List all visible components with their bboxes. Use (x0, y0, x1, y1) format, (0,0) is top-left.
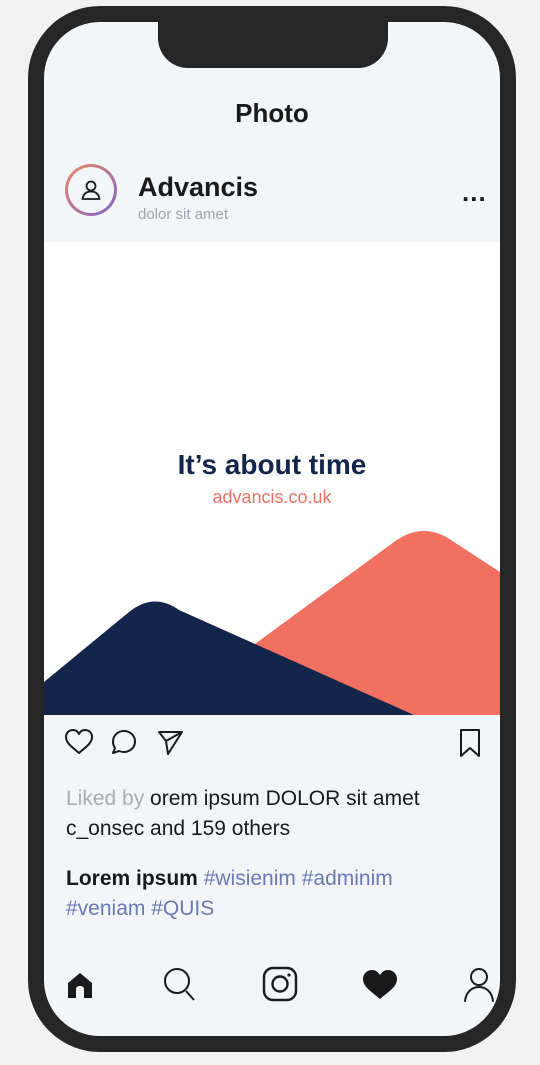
liked-by-prefix: Liked by (66, 787, 145, 810)
phone-frame: Photo Advancis dolor sit amet ... It’s a… (28, 6, 516, 1052)
more-options-button[interactable]: ... (462, 179, 487, 205)
post-actions (64, 728, 484, 758)
user-icon (81, 180, 101, 200)
bookmark-icon[interactable] (458, 728, 482, 758)
post-url: advancis.co.uk (212, 487, 332, 507)
bottom-nav (44, 966, 500, 1006)
instagram-icon[interactable] (262, 966, 298, 1002)
post-image[interactable]: It’s about time advancis.co.uk (44, 242, 500, 715)
account-subtitle: dolor sit amet (138, 206, 229, 223)
liked-by-text: Liked by orem ipsum DOLOR sit amet c_ons… (66, 784, 476, 844)
heart-icon[interactable] (64, 728, 94, 756)
send-icon[interactable] (156, 728, 184, 756)
post-headline: It’s about time (177, 449, 367, 480)
account-name[interactable]: Advancis (138, 172, 258, 203)
home-icon[interactable] (66, 970, 94, 1000)
phone-notch (158, 22, 388, 68)
search-icon[interactable] (162, 966, 196, 1002)
caption-user[interactable]: Lorem ipsum (66, 867, 198, 890)
screen-title: Photo (235, 98, 309, 128)
comment-icon[interactable] (110, 728, 138, 756)
likes-icon[interactable] (362, 969, 398, 1001)
post-caption: Lorem ipsum #wisienim #adminim #veniam #… (66, 864, 476, 924)
avatar[interactable] (65, 164, 117, 216)
profile-icon[interactable] (462, 966, 496, 1002)
